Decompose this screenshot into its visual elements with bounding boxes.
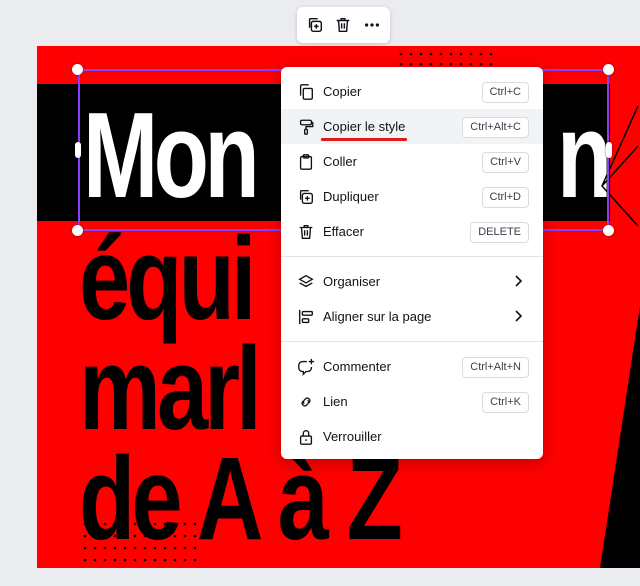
menu-item-duplicate[interactable]: Dupliquer Ctrl+D xyxy=(281,179,543,214)
duplicate-add-icon xyxy=(309,17,323,33)
menu-item-label: Effacer xyxy=(323,224,364,239)
menu-item-label: Copier le style xyxy=(320,119,408,141)
duplicate-button[interactable] xyxy=(302,12,328,38)
shortcut-badge: Ctrl+Alt+N xyxy=(462,357,529,378)
chevron-right-icon xyxy=(515,275,523,287)
menu-item-label: Commenter xyxy=(323,359,391,374)
copy-icon xyxy=(299,83,313,100)
trash-icon xyxy=(337,17,350,33)
menu-item-label: Organiser xyxy=(323,274,381,289)
menu-item-comment[interactable]: Commenter Ctrl+Alt+N xyxy=(281,349,543,384)
menu-item-align-to-page[interactable]: Aligner sur la page xyxy=(281,299,543,334)
layers-icon xyxy=(298,274,314,287)
shortcut-badge: Ctrl+K xyxy=(482,392,529,413)
design-body-line-3[interactable]: de A à Z xyxy=(79,440,403,558)
resize-handle-top-left[interactable] xyxy=(72,64,83,75)
menu-item-paste[interactable]: Coller Ctrl+V xyxy=(281,144,543,179)
menu-item-lock[interactable]: Verrouiller xyxy=(281,419,543,454)
menu-item-label: Dupliquer xyxy=(323,189,379,204)
delete-button[interactable] xyxy=(330,12,356,38)
resize-handle-left[interactable] xyxy=(75,142,81,158)
resize-handle-bottom-right[interactable] xyxy=(603,225,614,236)
comment-add-icon xyxy=(298,358,315,376)
shortcut-badge: Ctrl+C xyxy=(481,82,529,103)
design-body-line-1[interactable]: équi xyxy=(79,220,257,338)
menu-item-copy-style[interactable]: Copier le style Ctrl+Alt+C xyxy=(281,109,543,144)
menu-item-label: Verrouiller xyxy=(323,429,382,444)
link-icon xyxy=(301,396,311,407)
resize-handle-top-right[interactable] xyxy=(603,64,614,75)
context-menu: Copier Ctrl+C Copier le style Ctrl+Alt+C… xyxy=(281,67,543,459)
more-icon xyxy=(364,23,379,27)
design-body-line-2[interactable]: marl xyxy=(79,330,262,448)
menu-item-label: Coller xyxy=(323,154,357,169)
menu-item-label: Aligner sur la page xyxy=(323,309,432,324)
menu-item-delete[interactable]: Effacer DELETE xyxy=(281,214,543,249)
shortcut-badge: Ctrl+Alt+C xyxy=(462,117,529,138)
menu-divider xyxy=(281,341,543,342)
menu-item-arrange[interactable]: Organiser xyxy=(281,264,543,299)
menu-divider xyxy=(281,256,543,257)
shortcut-badge: DELETE xyxy=(470,222,529,243)
dark-triangle-decoration xyxy=(600,306,640,568)
menu-item-link[interactable]: Lien Ctrl+K xyxy=(281,384,543,419)
clipboard-icon xyxy=(299,153,313,170)
chevron-right-icon xyxy=(515,310,523,322)
align-icon xyxy=(299,309,313,324)
menu-item-copy[interactable]: Copier Ctrl+C xyxy=(281,74,543,109)
duplicate-icon xyxy=(299,189,313,204)
shortcut-badge: Ctrl+D xyxy=(481,187,529,208)
element-toolbar xyxy=(297,7,390,43)
menu-item-label: Copier xyxy=(323,84,362,99)
trash-icon xyxy=(299,224,313,239)
paint-roller-icon xyxy=(299,119,314,135)
more-options-button[interactable] xyxy=(359,12,385,38)
resize-handle-right[interactable] xyxy=(606,142,612,158)
lock-icon xyxy=(299,429,313,445)
menu-item-label: Lien xyxy=(323,394,348,409)
resize-handle-bottom-left[interactable] xyxy=(72,225,83,236)
shortcut-badge: Ctrl+V xyxy=(482,152,529,173)
